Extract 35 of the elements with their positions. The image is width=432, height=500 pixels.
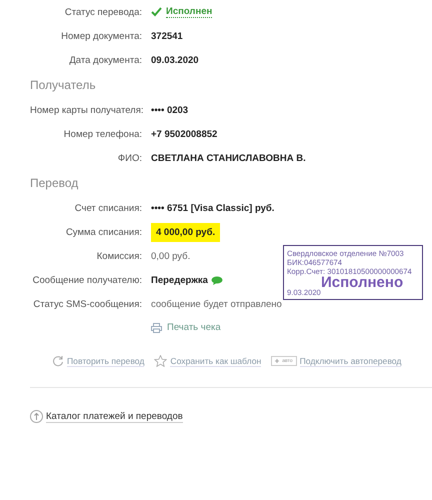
plus-icon (275, 359, 280, 363)
action-link[interactable]: Сохранить как шаблон (154, 355, 262, 367)
field-label: Комиссия: (96, 250, 143, 262)
field-value: •••• 6751 [Visa Classic] руб. (151, 202, 274, 214)
star-icon (154, 355, 168, 367)
message-value: Передержка (151, 274, 208, 286)
amount-value: 4 000,00 руб. (151, 222, 220, 242)
section-title: Перевод (30, 176, 80, 190)
field-value: 09.03.2020 (151, 54, 199, 66)
field-label: Счет списания: (74, 202, 143, 214)
field-label: Статус SMS-сообщения: (32, 298, 143, 310)
field-label: Статус перевода: (64, 6, 143, 18)
stamp-status: Исполнено (321, 276, 404, 289)
status-value: Исполнен (166, 6, 212, 18)
check-icon (151, 7, 162, 17)
section-title: Получатель (30, 78, 97, 92)
field-value: +7 9502008852 (151, 128, 218, 140)
field-label: Дата документа: (68, 54, 143, 66)
refresh-icon (52, 355, 64, 367)
field-label: Номер документа: (60, 30, 143, 42)
field-value: •••• 0203 (151, 104, 188, 116)
field-value: сообщение будет отправлено (151, 298, 282, 310)
field-label: ФИО: (116, 152, 143, 164)
speech-bubble-icon (210, 276, 223, 284)
field-value: 372541 (151, 30, 183, 42)
printer-icon (151, 322, 162, 332)
field-label: Номер карты получателя: (30, 104, 144, 116)
field-value: СВЕТЛАНА СТАНИСЛАВОВНА В. (151, 152, 306, 164)
action-link[interactable]: Повторить перевод (52, 355, 144, 367)
print-receipt-link[interactable]: Печать чека (167, 322, 221, 333)
field-label: Сумма списания: (64, 226, 143, 238)
field-label: Сообщение получателю: (32, 274, 143, 286)
field-label: Номер телефона: (62, 128, 143, 140)
field-value: 0,00 руб. (151, 250, 190, 262)
catalog-link[interactable]: Каталог платежей и переводов (46, 411, 183, 422)
